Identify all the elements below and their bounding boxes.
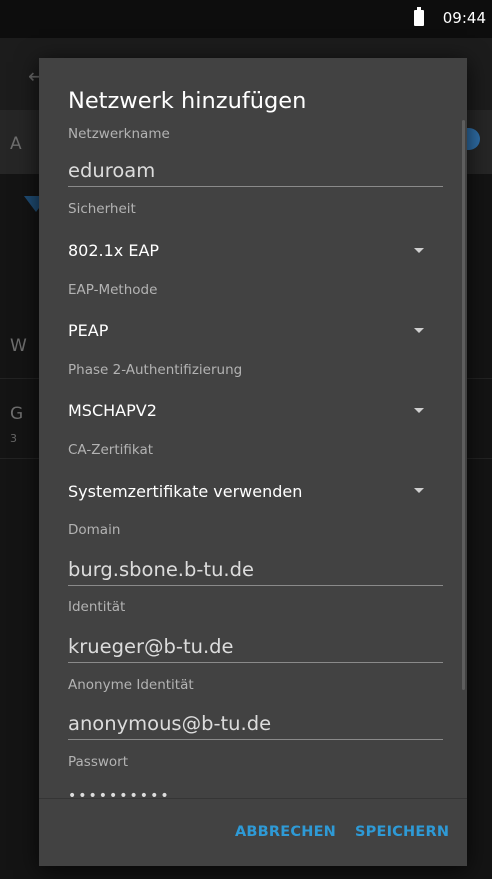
domain-underline [68, 585, 443, 586]
dialog-content[interactable]: Netzwerk hinzufügen Netzwerkname eduroam… [39, 58, 467, 798]
security-select[interactable]: 802.1x EAP [68, 241, 159, 260]
domain-label: Domain [68, 522, 121, 538]
background-letter-w: W [10, 336, 27, 356]
eap-method-select[interactable]: PEAP [68, 321, 108, 340]
add-network-dialog: Netzwerk hinzufügen Netzwerkname eduroam… [39, 58, 467, 866]
identity-underline [68, 662, 443, 663]
network-name-underline [68, 186, 443, 187]
dialog-title: Netzwerk hinzufügen [68, 88, 307, 114]
save-button[interactable]: SPEICHERN [355, 824, 449, 840]
identity-input[interactable]: krueger@b-tu.de [68, 635, 234, 658]
battery-icon [414, 7, 424, 26]
anon-identity-input[interactable]: anonymous@b-tu.de [68, 712, 271, 735]
domain-input[interactable]: burg.sbone.b-tu.de [68, 558, 254, 581]
ca-cert-select[interactable]: Systemzertifikate verwenden [68, 482, 302, 501]
identity-label: Identität [68, 599, 126, 615]
chevron-down-icon [414, 408, 424, 413]
scrollbar[interactable] [462, 120, 465, 690]
background-letter-g: G [10, 404, 24, 424]
anon-identity-underline [68, 739, 443, 740]
security-label: Sicherheit [68, 201, 136, 217]
chevron-down-icon [414, 328, 424, 333]
password-field[interactable]: •••••••••• [68, 788, 171, 798]
network-name-label: Netzwerkname [68, 126, 170, 142]
background-small-text: 3 [10, 432, 17, 445]
phase2-select[interactable]: MSCHAPV2 [68, 401, 157, 420]
anon-identity-label: Anonyme Identität [68, 677, 194, 693]
network-name-input[interactable]: eduroam [68, 159, 155, 182]
chevron-down-icon [414, 488, 424, 493]
eap-method-label: EAP-Methode [68, 282, 158, 298]
chevron-down-icon [414, 248, 424, 253]
phase2-label: Phase 2-Authentifizierung [68, 362, 243, 378]
background-letter-a: A [10, 134, 22, 154]
password-label: Passwort [68, 754, 129, 770]
status-bar: 09:44 [0, 0, 492, 38]
footer-divider [39, 798, 467, 799]
ca-cert-label: CA-Zertifikat [68, 442, 154, 458]
status-time: 09:44 [442, 9, 486, 27]
cancel-button[interactable]: ABBRECHEN [235, 824, 336, 840]
